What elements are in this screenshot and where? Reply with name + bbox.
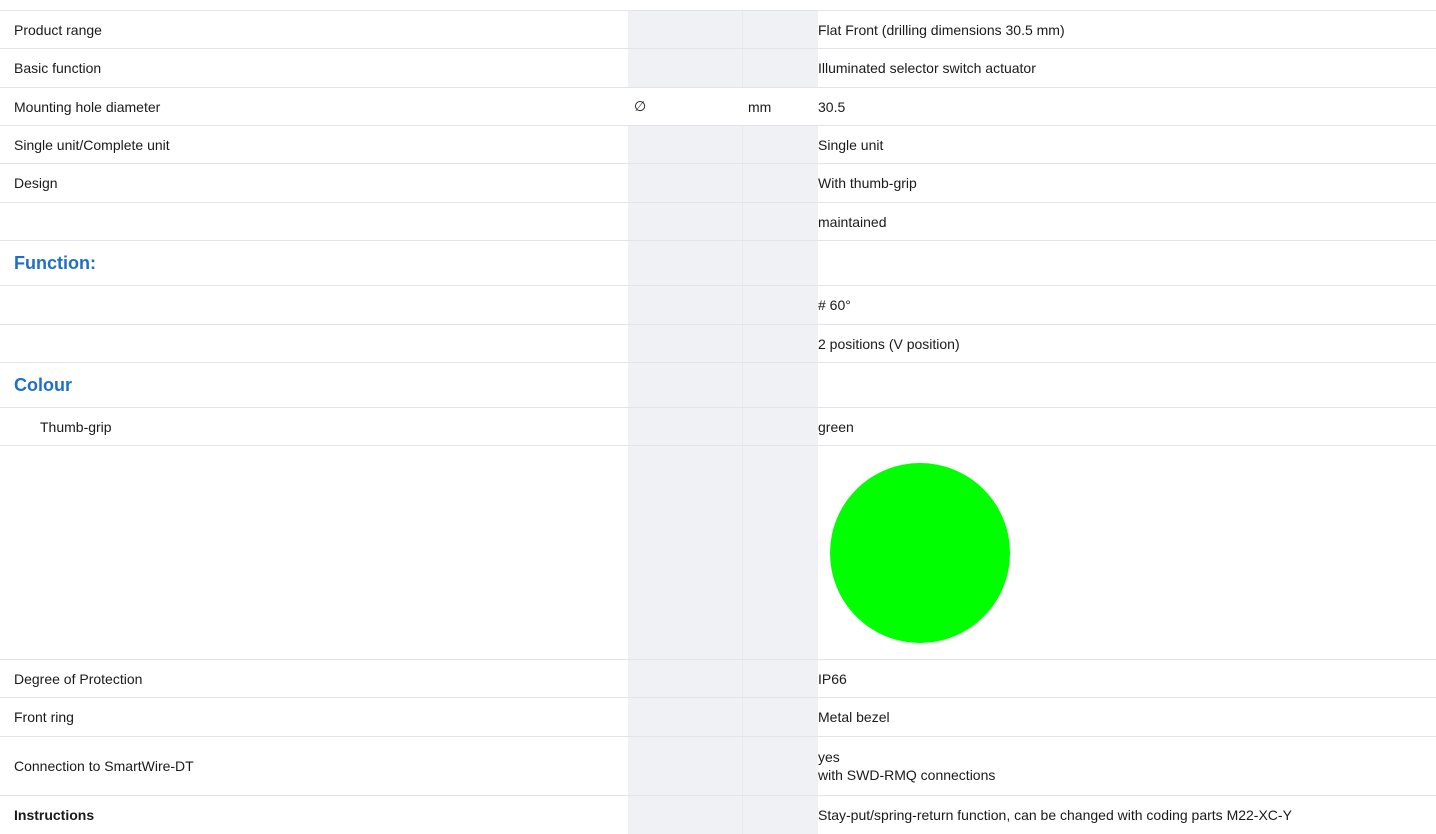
table-row: 2 positions (V position) (0, 325, 1436, 363)
section-row: Colour (0, 363, 1436, 408)
table-row: Design With thumb-grip (0, 164, 1436, 203)
row-label: Basic function (14, 60, 102, 76)
row-value-line1: yes (818, 749, 840, 765)
row-label: Single unit/Complete unit (14, 136, 170, 153)
row-label: Degree of Protection (14, 670, 143, 687)
row-label: Front ring (14, 709, 74, 725)
row-label: Design (14, 175, 58, 191)
row-value: Flat Front (drilling dimensions 30.5 mm) (818, 21, 1065, 38)
table-row: Connection to SmartWire-DT yes with SWD-… (0, 737, 1436, 796)
table-row: # 60° (0, 286, 1436, 325)
unit-label: mm (742, 88, 818, 125)
row-value: maintained (818, 213, 887, 230)
table-row: Degree of Protection IP66 (0, 660, 1436, 698)
row-value: IP66 (818, 670, 847, 687)
row-value: Stay-put/spring-return function, can be … (818, 807, 1292, 823)
row-label: Instructions (14, 807, 95, 823)
table-row-swatch (0, 446, 1436, 660)
table-row: Front ring Metal bezel (0, 698, 1436, 737)
section-heading-colour: Colour (14, 374, 72, 395)
row-value: Illuminated selector switch actuator (818, 60, 1036, 76)
row-value: green (818, 418, 854, 435)
row-value-line2: with SWD-RMQ connections (818, 767, 996, 783)
table-row: Basic function Illuminated selector swit… (0, 49, 1436, 88)
table-row: Instructions Stay-put/spring-return func… (0, 796, 1436, 834)
row-label: Product range (14, 21, 102, 38)
row-label (0, 203, 628, 240)
row-value: 2 positions (V position) (818, 335, 960, 352)
row-value: 30.5 (818, 98, 846, 115)
table-row: Product range Flat Front (drilling dimen… (0, 11, 1436, 49)
section-heading-function: Function: (14, 252, 96, 273)
row-value: Single unit (818, 136, 884, 153)
table-row: Single unit/Complete unit Single unit (0, 126, 1436, 164)
section-row: Function: (0, 241, 1436, 286)
table-row: Mounting hole diameter ∅ mm 30.5 (0, 88, 1436, 126)
row-value: With thumb-grip (818, 175, 917, 191)
colour-swatch (830, 462, 1010, 643)
row-label (0, 286, 628, 324)
diameter-symbol: ∅ (628, 88, 742, 125)
row-value: Metal bezel (818, 709, 890, 725)
spec-table: Product range Flat Front (drilling dimen… (0, 11, 1436, 834)
row-label: Thumb-grip (40, 418, 112, 435)
row-label: Connection to SmartWire-DT (14, 758, 194, 774)
row-label: Mounting hole diameter (14, 98, 161, 115)
table-row: maintained (0, 203, 1436, 241)
table-row: Thumb-grip green (0, 408, 1436, 446)
row-value: # 60° (818, 297, 851, 313)
row-label (0, 325, 628, 362)
